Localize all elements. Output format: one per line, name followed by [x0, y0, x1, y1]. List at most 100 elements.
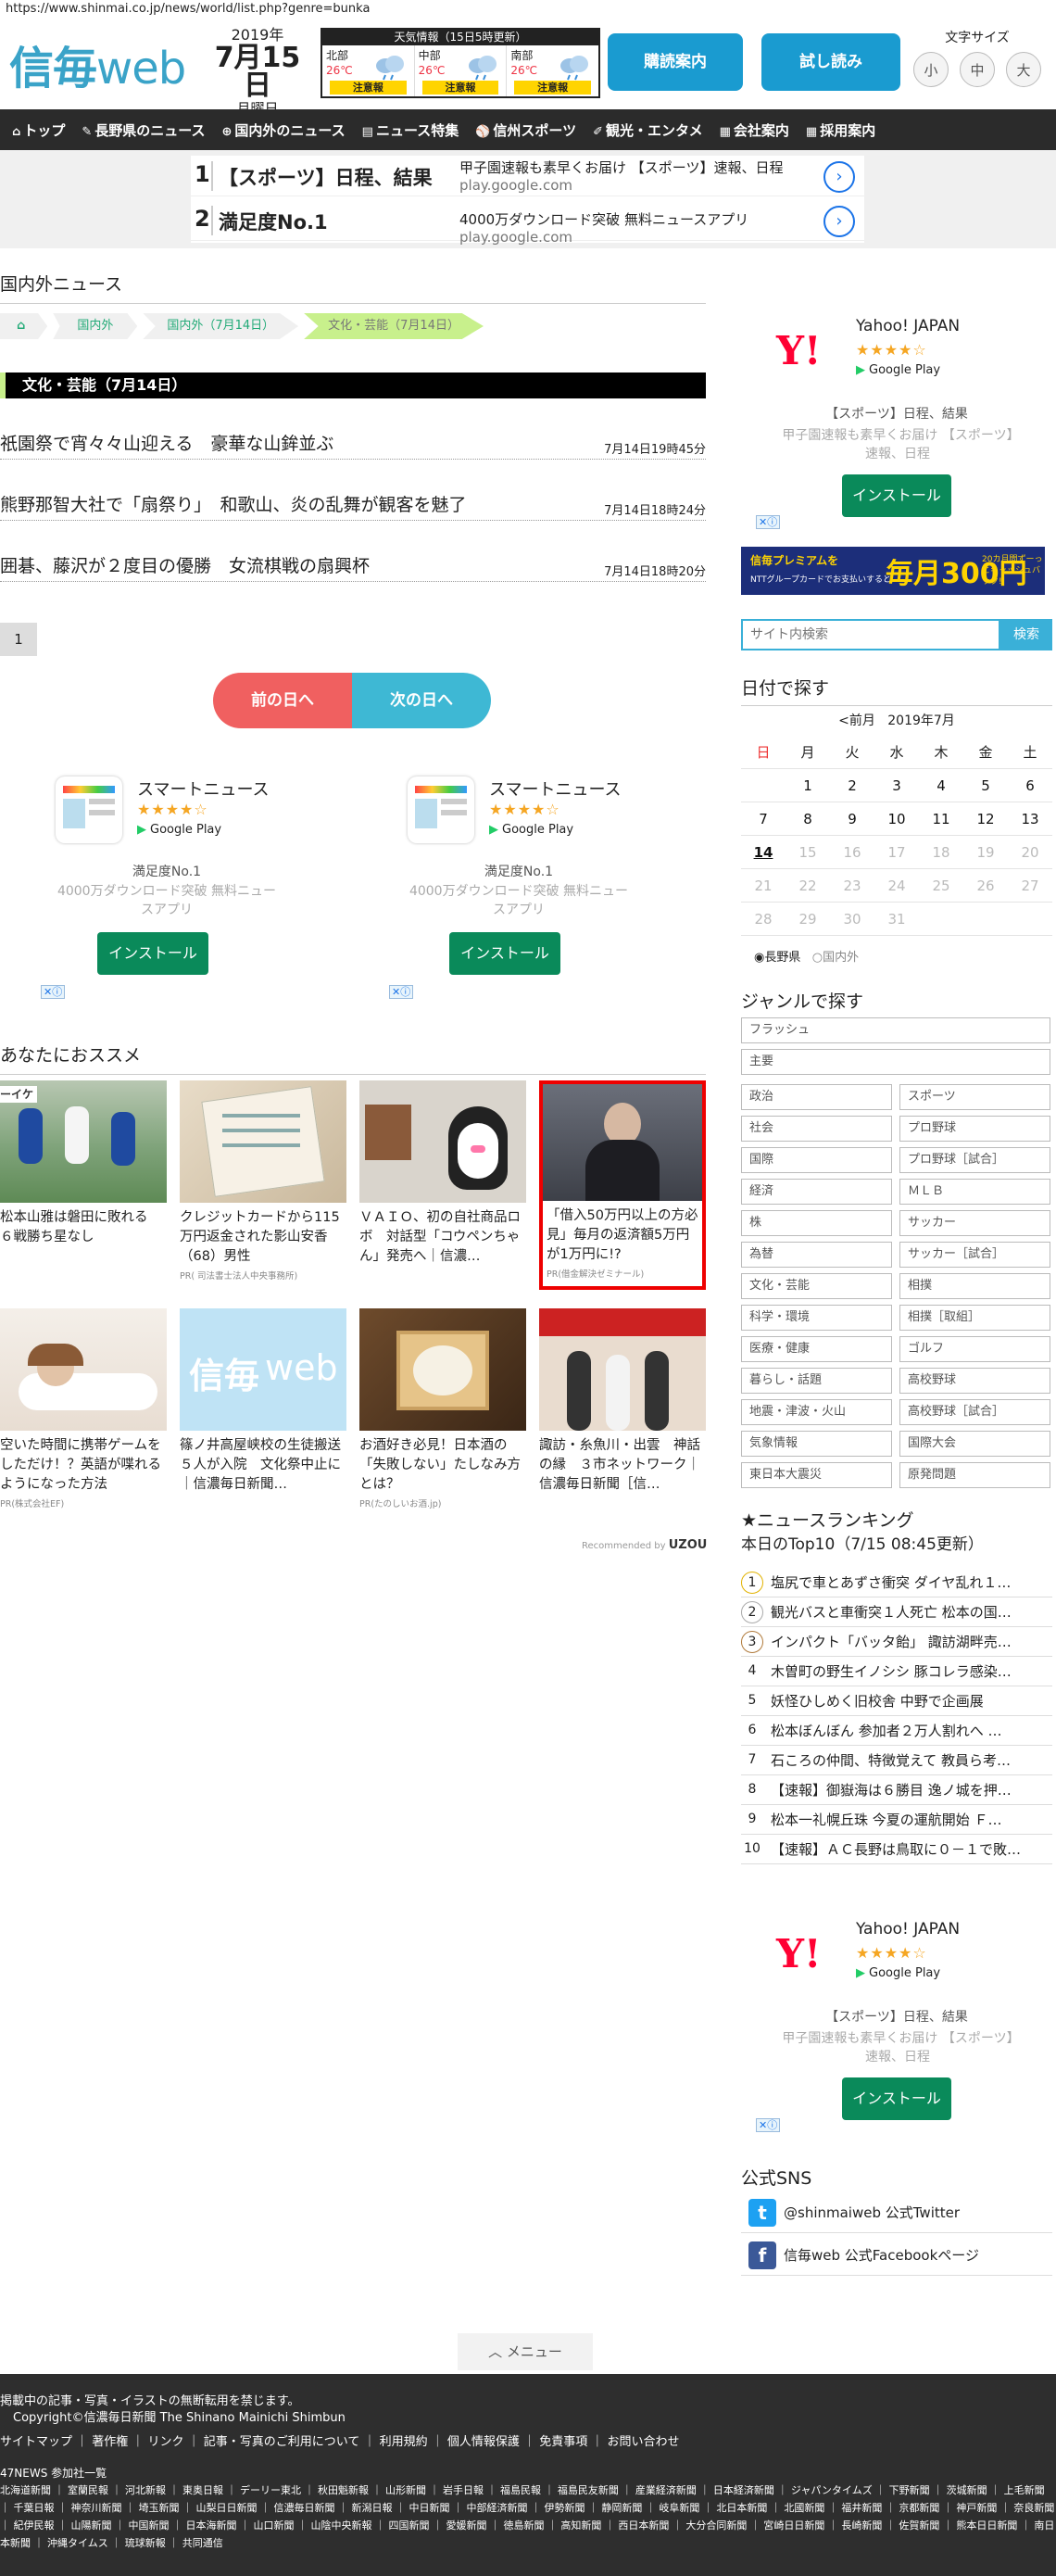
install-button[interactable]: インストール — [449, 932, 560, 975]
calendar-day[interactable]: 11 — [919, 802, 963, 835]
url-bar[interactable]: https://www.shinmai.co.jp/news/world/lis… — [0, 0, 1056, 20]
radio-world[interactable]: ○国内外 — [812, 951, 859, 965]
ranking-item[interactable]: 9 松本一礼幌丘珠 今夏の運航開始 Ｆ… — [741, 1805, 1052, 1835]
article-item[interactable]: 囲碁、藤沢が２度目の優勝 女流棋戦の扇興杯 7月14日18時20分 — [0, 545, 706, 582]
nav-item-sports[interactable]: ⚾ 信州スポーツ — [467, 120, 585, 140]
install-button[interactable]: インストール — [97, 932, 208, 975]
install-button[interactable]: インストール — [842, 474, 951, 517]
calendar-day[interactable]: 4 — [919, 769, 963, 802]
prev-month-link[interactable]: <前月 — [838, 713, 875, 728]
article-item[interactable]: 熊野那智大社で「扇祭り」 和歌山、炎の乱舞が観客を魅了 7月14日18時24分 — [0, 484, 706, 521]
genre-item[interactable]: 原発問題 — [899, 1462, 1050, 1488]
calendar-day[interactable]: 5 — [963, 769, 1008, 802]
genre-item[interactable]: 高校野球［試合］ — [899, 1399, 1050, 1425]
ad-choices-icon[interactable]: ✕ⓘ — [756, 2118, 781, 2132]
calendar-day[interactable]: 13 — [1008, 802, 1052, 835]
twitter-link[interactable]: t @shinmaiweb 公式Twitter — [741, 2192, 1052, 2233]
recommend-item[interactable]: 諏訪・糸魚川・出雲 神話の縁 ３市ネットワーク｜信濃毎日新聞［信… — [539, 1308, 706, 1495]
footer-links[interactable]: サイトマップ ｜ 著作権 ｜ リンク ｜ 記事・写真のご利用について ｜ 利用規… — [0, 2431, 1056, 2449]
calendar-day[interactable]: 7 — [741, 802, 786, 835]
genre-item[interactable]: スポーツ — [899, 1084, 1050, 1110]
premium-banner[interactable]: 信毎プレミアムを NTTグループカードでお支払いすると 毎月300円 20カ月間… — [741, 547, 1045, 595]
genre-item[interactable]: 主要 — [741, 1049, 1050, 1075]
recommend-item[interactable]: お酒好き必見！日本酒の「失敗しない」たしなみ方とは？ PR(たのしいお酒.jp) — [359, 1308, 526, 1509]
genre-item[interactable]: 気象情報 — [741, 1431, 892, 1457]
yahoo-app-ad[interactable]: Y! Yahoo! JAPAN ★★★★☆ ▶ Google Play 【スポーツ… — [741, 1903, 1052, 2120]
recommend-item[interactable]: ーイケ 松本山雅は磐田に敗れる ６戦勝ち星なし — [0, 1080, 167, 1247]
chevron-right-icon[interactable]: › — [823, 206, 855, 237]
genre-item[interactable]: 経済 — [741, 1179, 892, 1205]
pagination-page[interactable]: 1 — [0, 623, 37, 656]
ranking-item[interactable]: 5 妖怪ひしめく旧校舎 中野で企画展 — [741, 1686, 1052, 1716]
genre-item[interactable]: 相撲 — [899, 1273, 1050, 1299]
genre-item[interactable]: プロ野球 — [899, 1116, 1050, 1142]
genre-item[interactable]: 地震・津波・火山 — [741, 1399, 892, 1425]
genre-item[interactable]: サッカー［試合］ — [899, 1242, 1050, 1268]
genre-item[interactable]: 国際大会 — [899, 1431, 1050, 1457]
calendar-day[interactable]: 8 — [786, 802, 830, 835]
radio-nagano[interactable]: ◉長野県 — [754, 951, 800, 965]
genre-item[interactable]: サッカー — [899, 1210, 1050, 1236]
article-title[interactable]: 熊野那智大社で「扇祭り」 和歌山、炎の乱舞が観客を魅了 — [0, 491, 467, 516]
prev-day-button[interactable]: 前の日へ — [213, 673, 352, 728]
genre-item[interactable]: 医療・健康 — [741, 1336, 892, 1362]
ranking-item[interactable]: 7 石ころの仲間、特徴覚えて 教員ら考… — [741, 1746, 1052, 1775]
nav-item-entertainment[interactable]: ✐ 観光・エンタメ — [585, 120, 710, 140]
calendar-day[interactable]: 12 — [963, 802, 1008, 835]
app-ad[interactable]: スマートニュース ★★★★☆ ▶ Google Play 満足度No.1 4000… — [28, 769, 306, 982]
recommend-item[interactable]: ＶＡＩＯ、初の自社商品ロボ 対話型「コウペンちゃん」発売へ｜信濃… — [359, 1080, 526, 1267]
genre-item[interactable]: 文化・芸能 — [741, 1273, 892, 1299]
app-ad[interactable]: スマートニュース ★★★★☆ ▶ Google Play 満足度No.1 4000… — [380, 769, 658, 982]
nav-item-features[interactable]: ▤ ニュース特集 — [354, 120, 468, 140]
genre-item[interactable]: ゴルフ — [899, 1336, 1050, 1362]
genre-item[interactable]: 国際 — [741, 1147, 892, 1173]
ranking-item[interactable]: 3 インパクト「バッタ飴」 諏訪湖畔売… — [741, 1627, 1052, 1657]
font-size-small-button[interactable]: 小 — [913, 52, 949, 87]
recommend-item[interactable]: 空いた時間に携帯ゲームをしただけ！？英語が喋れるようになった方法 PR(株式会社… — [0, 1308, 167, 1509]
yahoo-app-ad[interactable]: Y! Yahoo! JAPAN ★★★★☆ ▶ Google Play 【スポーツ… — [741, 300, 1052, 517]
genre-item[interactable]: フラッシュ — [741, 1017, 1050, 1043]
top-ad-row[interactable]: 2 満足度No.1 4000万ダウンロード突破 無料ニュースアプリ play.g… — [191, 200, 864, 246]
nav-item-top[interactable]: ⌂ トップ — [4, 120, 73, 140]
breadcrumb-world-date[interactable]: 国内外（7月14日） — [143, 313, 299, 339]
calendar-day[interactable]: 6 — [1008, 769, 1052, 802]
install-button[interactable]: インストール — [842, 2077, 951, 2120]
article-title[interactable]: 祇園祭で宵々々山迎える 豪華な山鉾並ぶ — [0, 430, 333, 455]
next-day-button[interactable]: 次の日へ — [352, 673, 491, 728]
top-ad-row[interactable]: 1 【スポーツ】日程、結果 甲子園速報も素早くお届け 【スポーツ】速報、日程 p… — [191, 156, 864, 196]
site-logo[interactable]: 信毎web — [9, 32, 186, 96]
ranking-item[interactable]: 1 塩尻で車とあずさ衝突 ダイヤ乱れ１… — [741, 1568, 1052, 1597]
genre-item[interactable]: ＭＬＢ — [899, 1179, 1050, 1205]
search-button[interactable]: 検索 — [1000, 619, 1052, 650]
site-search-input[interactable] — [741, 619, 1000, 650]
genre-item[interactable]: 株 — [741, 1210, 892, 1236]
genre-item[interactable]: 社会 — [741, 1116, 892, 1142]
menu-button[interactable]: ︿ メニュー — [458, 2333, 593, 2370]
genre-item[interactable]: 高校野球 — [899, 1368, 1050, 1394]
article-title[interactable]: 囲碁、藤沢が２度目の優勝 女流棋戦の扇興杯 — [0, 552, 370, 577]
breadcrumb-home[interactable]: ⌂ — [0, 313, 48, 339]
ad-choices-icon[interactable]: ✕ⓘ — [41, 985, 66, 999]
calendar-day[interactable]: 9 — [830, 802, 874, 835]
calendar-day[interactable]: 2 — [830, 769, 874, 802]
calendar-day[interactable]: 3 — [874, 769, 919, 802]
ad-choices-icon[interactable]: ✕ⓘ — [389, 985, 414, 999]
font-size-large-button[interactable]: 大 — [1006, 52, 1041, 87]
ranking-item[interactable]: 2 観光バスと車衝突１人死亡 松本の国… — [741, 1597, 1052, 1627]
ranking-item[interactable]: 6 松本ぼんぼん 参加者２万人割れへ … — [741, 1716, 1052, 1746]
ad-choices-icon[interactable]: ✕ⓘ — [756, 515, 781, 529]
recommend-item[interactable]: 信毎 web 篠ノ井高屋峡校の生徒搬送 ５人が入院 文化祭中止に｜信濃毎日新聞… — [180, 1308, 346, 1495]
nav-item-recruit[interactable]: ▦ 採用案内 — [798, 120, 884, 140]
subscription-guide-button[interactable]: 購読案内 — [608, 33, 743, 91]
calendar-day[interactable]: 10 — [874, 802, 919, 835]
ranking-item[interactable]: 8 【速報】御嶽海は６勝目 逸ノ城を押… — [741, 1775, 1052, 1805]
genre-item[interactable]: 相撲［取組］ — [899, 1305, 1050, 1331]
genre-item[interactable]: 科学・環境 — [741, 1305, 892, 1331]
recommend-item[interactable]: クレジットカードから115万円返金された影山安香（68）男性 PR( 司法書士法… — [180, 1080, 346, 1282]
footer-network-list[interactable]: 北海道新聞 ｜ 室蘭民報 ｜ 河北新報 ｜ 東奥日報 ｜ デーリー東北 ｜ 秋田… — [0, 2481, 1056, 2552]
nav-item-company[interactable]: ▦ 会社案内 — [711, 120, 798, 140]
calendar-day[interactable]: 1 — [786, 769, 830, 802]
article-item[interactable]: 祇園祭で宵々々山迎える 豪華な山鉾並ぶ 7月14日19時45分 — [0, 423, 706, 460]
breadcrumb-world[interactable]: 国内外 — [53, 313, 138, 339]
genre-item[interactable]: 為替 — [741, 1242, 892, 1268]
